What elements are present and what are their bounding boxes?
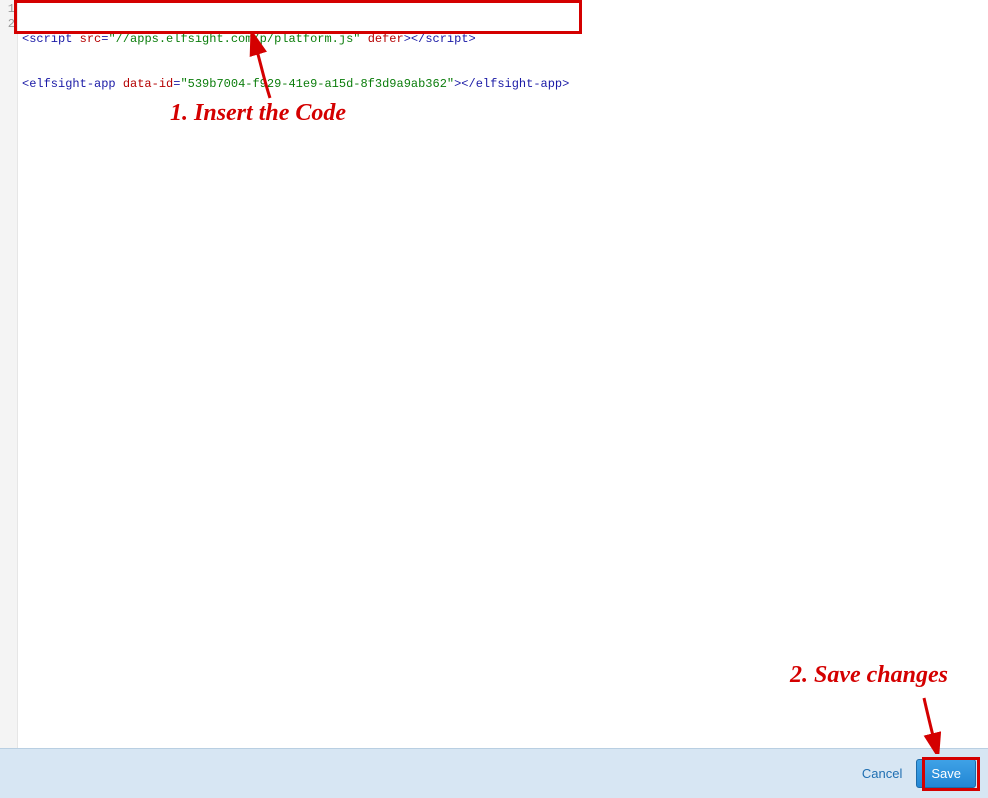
code-token: defer (368, 32, 404, 46)
cancel-button[interactable]: Cancel (862, 766, 902, 781)
code-token: "539b7004-f929-41e9-a15d-8f3d9a9ab362" (180, 77, 454, 91)
code-token (360, 32, 367, 46)
code-token: > (469, 32, 476, 46)
code-token: script (29, 32, 72, 46)
code-token: > (562, 77, 569, 91)
line-gutter: 1 2 (0, 0, 18, 748)
code-token: data-id (123, 77, 173, 91)
code-token: ></ (404, 32, 426, 46)
code-line-1: <script src="//apps.elfsight.com/p/platf… (22, 32, 988, 47)
editor-dialog: 1 2 <script src="//apps.elfsight.com/p/p… (0, 0, 988, 798)
line-number: 2 (0, 17, 15, 32)
code-line-2: <elfsight-app data-id="539b7004-f929-41e… (22, 77, 988, 92)
code-token: elfsight-app (476, 77, 562, 91)
code-token: ></ (454, 77, 476, 91)
code-token: src (80, 32, 102, 46)
line-number: 1 (0, 2, 15, 17)
code-content[interactable]: <script src="//apps.elfsight.com/p/platf… (18, 0, 988, 748)
code-token (116, 77, 123, 91)
code-token: "//apps.elfsight.com/p/platform.js" (108, 32, 360, 46)
code-token: elfsight-app (29, 77, 115, 91)
save-button[interactable]: Save (916, 759, 976, 788)
dialog-footer: Cancel Save (0, 748, 988, 798)
code-editor[interactable]: 1 2 <script src="//apps.elfsight.com/p/p… (0, 0, 988, 748)
code-token: script (425, 32, 468, 46)
code-token (72, 32, 79, 46)
